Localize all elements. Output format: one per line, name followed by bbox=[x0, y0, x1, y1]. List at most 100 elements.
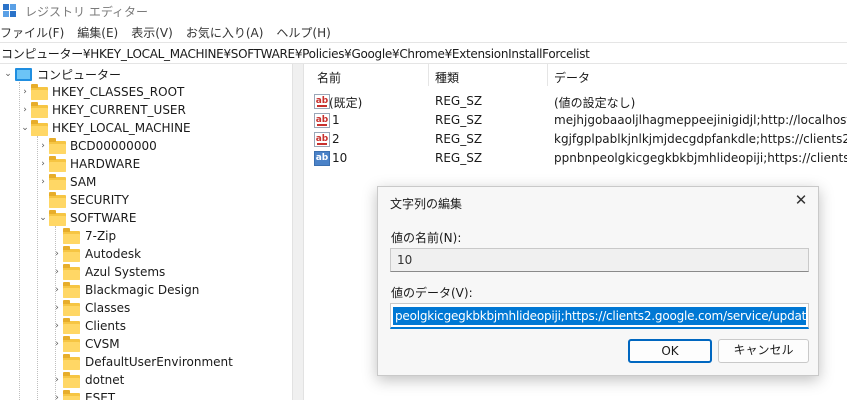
tree-item-computer[interactable]: ⌄ コンピューター bbox=[0, 65, 292, 83]
tree-item-label: HARDWARE bbox=[70, 157, 141, 171]
tree-item[interactable]: › HKEY_CURRENT_USER bbox=[0, 101, 292, 119]
value-type: REG_SZ bbox=[435, 113, 483, 127]
tree-item-label: ESET bbox=[85, 391, 116, 400]
tree-item[interactable]: › BCD00000000 bbox=[0, 137, 292, 155]
column-header-data[interactable]: データ bbox=[554, 69, 590, 86]
title-bar: レジストリ エディター bbox=[0, 0, 847, 22]
cancel-button[interactable]: キャンセル bbox=[718, 339, 809, 363]
tree-item[interactable]: › HKEY_CLASSES_ROOT bbox=[0, 83, 292, 101]
value-name: 1 bbox=[332, 113, 340, 127]
chevron-right-icon[interactable]: › bbox=[38, 141, 48, 151]
folder-icon bbox=[31, 84, 48, 100]
list-item[interactable]: ab (既定) REG_SZ (値の設定なし) bbox=[304, 91, 847, 110]
folder-icon bbox=[63, 390, 80, 400]
folder-icon bbox=[49, 138, 66, 154]
tree-item-label: HKEY_LOCAL_MACHINE bbox=[52, 121, 191, 135]
folder-icon bbox=[63, 336, 80, 352]
pane-splitter[interactable] bbox=[292, 64, 304, 400]
menu-view[interactable]: 表示(V) bbox=[131, 24, 173, 41]
column-header-type[interactable]: 種類 bbox=[435, 69, 459, 86]
value-type: REG_SZ bbox=[435, 132, 483, 146]
chevron-right-icon[interactable]: › bbox=[20, 87, 30, 97]
chevron-right-icon[interactable]: › bbox=[52, 267, 62, 277]
value-name: 2 bbox=[332, 132, 340, 146]
computer-icon bbox=[15, 68, 32, 81]
menu-file[interactable]: ファイル(F) bbox=[0, 24, 64, 41]
tree-item-label: Clients bbox=[85, 319, 126, 333]
close-icon[interactable]: ✕ bbox=[793, 192, 809, 208]
tree-item[interactable]: ⌄ HKEY_LOCAL_MACHINE bbox=[0, 119, 292, 137]
value-type: REG_SZ bbox=[435, 151, 483, 165]
tree-item[interactable]: SECURITY bbox=[0, 191, 292, 209]
menu-help[interactable]: ヘルプ(H) bbox=[276, 24, 330, 41]
tree-item[interactable]: › Azul Systems bbox=[0, 263, 292, 281]
value-data-field[interactable]: peolgkicgegkbkbjmhlideopiji;https://clie… bbox=[390, 303, 809, 329]
value-data: mejhjgobaaoljlhagmeppeejinigidjl;http://… bbox=[554, 113, 847, 127]
folder-icon bbox=[31, 102, 48, 118]
value-name-field[interactable]: 10 bbox=[390, 248, 809, 272]
tree-item[interactable]: › HARDWARE bbox=[0, 155, 292, 173]
tree-item-label: CVSM bbox=[85, 337, 120, 351]
tree-item-label: SAM bbox=[70, 175, 97, 189]
chevron-right-icon[interactable]: › bbox=[52, 303, 62, 313]
folder-icon bbox=[63, 228, 80, 244]
chevron-right-icon[interactable]: › bbox=[38, 159, 48, 169]
tree-item-label: Classes bbox=[85, 301, 131, 315]
chevron-right-icon[interactable]: › bbox=[52, 285, 62, 295]
ok-button[interactable]: OK bbox=[628, 339, 712, 363]
list-item[interactable]: ab 2 REG_SZ kgjfgplpablkjnlkjmjdecgdpfan… bbox=[304, 129, 847, 148]
folder-icon bbox=[63, 300, 80, 316]
chevron-right-icon[interactable]: › bbox=[38, 177, 48, 187]
regedit-icon bbox=[3, 4, 17, 18]
list-header: 名前 種類 データ bbox=[304, 64, 847, 86]
tree-item[interactable]: DefaultUserEnvironment bbox=[0, 353, 292, 371]
tree-item[interactable]: › SAM bbox=[0, 173, 292, 191]
chevron-right-icon[interactable]: › bbox=[52, 249, 62, 259]
folder-icon bbox=[63, 282, 80, 298]
chevron-right-icon[interactable]: › bbox=[52, 321, 62, 331]
menu-edit[interactable]: 編集(E) bbox=[77, 24, 118, 41]
folder-icon bbox=[49, 156, 66, 172]
chevron-right-icon[interactable]: › bbox=[20, 105, 30, 115]
tree-item[interactable]: › Classes bbox=[0, 299, 292, 317]
tree-item[interactable]: › ESET bbox=[0, 389, 292, 400]
value-data: ppnbnpeolgkicgegkbkbjmhlideopiji;https:/… bbox=[554, 151, 847, 165]
chevron-right-icon[interactable]: › bbox=[52, 339, 62, 349]
edit-string-dialog: 文字列の編集 ✕ 値の名前(N): 10 値のデータ(V): peolgkicg… bbox=[377, 186, 819, 376]
tree-item-label: DefaultUserEnvironment bbox=[85, 355, 233, 369]
value-name-label: 値の名前(N): bbox=[391, 231, 462, 245]
tree-item[interactable]: › Blackmagic Design bbox=[0, 281, 292, 299]
tree-item-label: HKEY_CLASSES_ROOT bbox=[52, 85, 185, 99]
window-title: レジストリ エディター bbox=[25, 4, 148, 19]
string-value-icon: ab bbox=[314, 113, 330, 128]
value-name: (既定) bbox=[329, 96, 363, 110]
chevron-down-icon[interactable]: ⌄ bbox=[38, 213, 48, 223]
chevron-down-icon[interactable]: ⌄ bbox=[20, 123, 30, 133]
tree-item[interactable]: › dotnet bbox=[0, 371, 292, 389]
tree-item[interactable]: › CVSM bbox=[0, 335, 292, 353]
chevron-down-icon[interactable]: ⌄ bbox=[3, 69, 13, 79]
value-type: REG_SZ bbox=[435, 94, 483, 108]
folder-icon bbox=[31, 120, 48, 136]
tree-item-label: Azul Systems bbox=[85, 265, 166, 279]
tree-item[interactable]: › Clients bbox=[0, 317, 292, 335]
tree-item[interactable]: ⌄ SOFTWARE bbox=[0, 209, 292, 227]
tree-item-label: SECURITY bbox=[70, 193, 129, 207]
tree-item-label: Autodesk bbox=[85, 247, 142, 261]
string-value-icon: ab bbox=[314, 94, 330, 109]
list-item[interactable]: ab 10 REG_SZ ppnbnpeolgkicgegkbkbjmhlide… bbox=[304, 148, 847, 167]
column-header-name[interactable]: 名前 bbox=[317, 69, 341, 86]
tree-pane[interactable]: ⌄ コンピューター › HKEY_CLASSES_ROOT › HKEY_CUR… bbox=[0, 64, 292, 400]
value-data-label: 値のデータ(V): bbox=[391, 286, 473, 300]
chevron-right-icon[interactable]: › bbox=[52, 393, 62, 400]
tree-item[interactable]: › Autodesk bbox=[0, 245, 292, 263]
address-bar[interactable]: コンピューター¥HKEY_LOCAL_MACHINE¥SOFTWARE¥Poli… bbox=[0, 42, 847, 64]
value-data: kgjfgplpablkjnlkjmjdecgdpfankdle;https:/… bbox=[554, 132, 847, 146]
tree-item-label: Blackmagic Design bbox=[85, 283, 200, 297]
string-value-icon: ab bbox=[314, 151, 330, 166]
menu-bar: ファイル(F) 編集(E) 表示(V) お気に入り(A) ヘルプ(H) bbox=[0, 22, 847, 42]
menu-favorites[interactable]: お気に入り(A) bbox=[186, 24, 264, 41]
tree-item[interactable]: 7-Zip bbox=[0, 227, 292, 245]
chevron-right-icon[interactable]: › bbox=[52, 375, 62, 385]
list-item[interactable]: ab 1 REG_SZ mejhjgobaaoljlhagmeppeejinig… bbox=[304, 110, 847, 129]
